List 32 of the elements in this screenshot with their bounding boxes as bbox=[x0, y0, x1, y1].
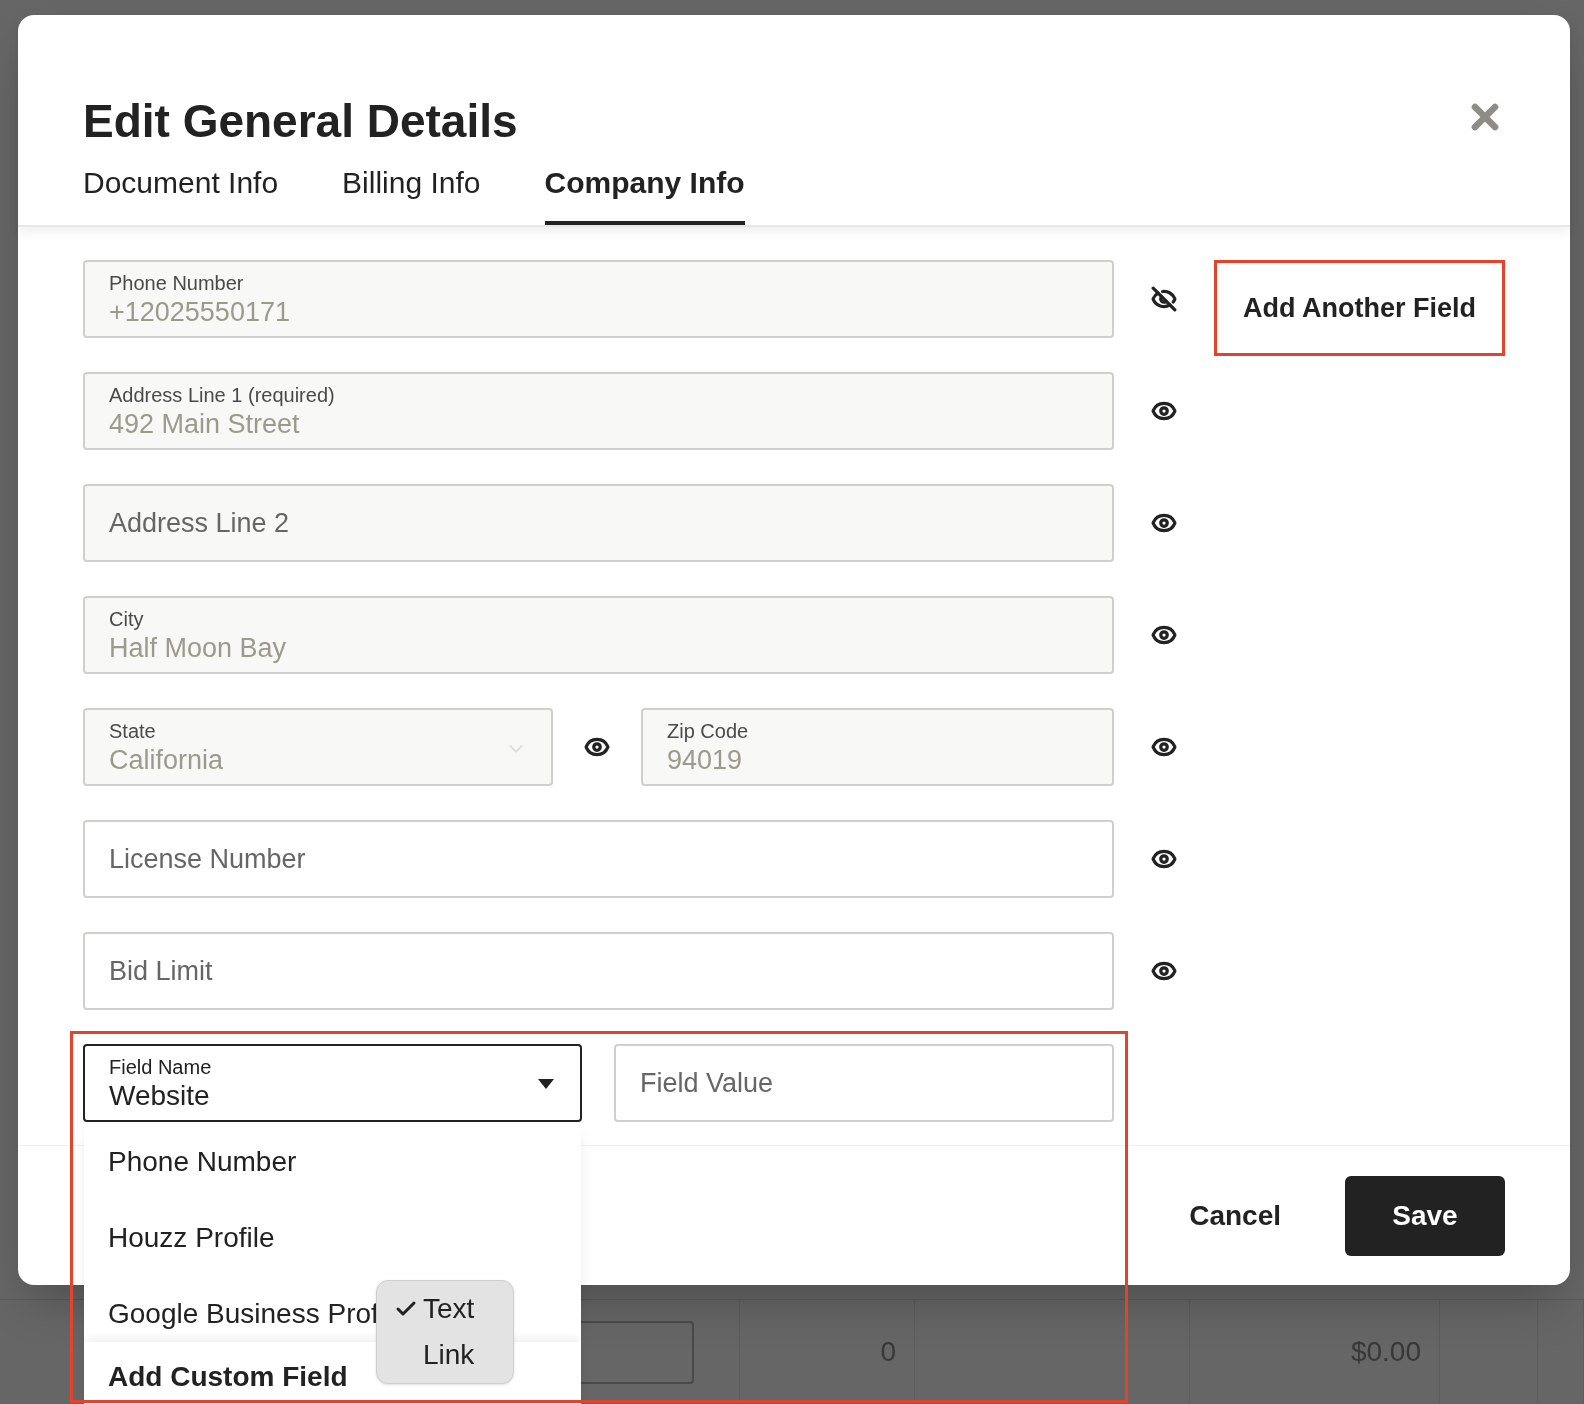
tab[interactable]: Company Info bbox=[544, 163, 745, 225]
tab[interactable]: Billing Info bbox=[342, 163, 481, 225]
menu-item[interactable]: Houzz Profile bbox=[84, 1200, 581, 1276]
field-label: Zip Code bbox=[667, 719, 750, 744]
field-label: Field Name bbox=[109, 1055, 213, 1080]
save-button[interactable]: Save bbox=[1345, 1175, 1505, 1256]
field-placeholder: License Number bbox=[109, 843, 307, 875]
dialog-title: Edit General Details bbox=[83, 94, 518, 149]
popover-option-label: Text bbox=[423, 1292, 475, 1326]
field-label: City bbox=[109, 607, 145, 632]
field-label: Phone Number bbox=[109, 271, 245, 296]
add-another-field-button[interactable]: Add Another Field bbox=[1214, 260, 1505, 356]
input-field[interactable]: Bid Limit bbox=[83, 932, 1114, 1010]
input-field[interactable]: Field Value bbox=[614, 1044, 1114, 1122]
input-field[interactable]: License Number bbox=[83, 820, 1114, 898]
field-placeholder: Address Line 2 bbox=[109, 507, 291, 539]
popover-option-row[interactable]: Text bbox=[393, 1289, 497, 1329]
field-value: 94019 bbox=[667, 744, 743, 776]
field-value: 492 Main Street bbox=[109, 408, 300, 440]
field-value: Website bbox=[109, 1080, 210, 1112]
dropdown-caret-icon bbox=[538, 1079, 554, 1089]
cancel-button[interactable]: Cancel bbox=[1189, 1194, 1281, 1237]
field-value: Half Moon Bay bbox=[109, 632, 287, 664]
field-label: Address Line 1 (required) bbox=[109, 383, 336, 408]
menu-item[interactable]: Phone Number bbox=[84, 1124, 581, 1200]
field-placeholder: Bid Limit bbox=[109, 955, 214, 987]
select-field[interactable]: Field Name Website bbox=[83, 1044, 582, 1122]
field-placeholder: Field Value bbox=[640, 1066, 774, 1100]
tab[interactable]: Document Info bbox=[83, 163, 279, 225]
field-label: State bbox=[109, 719, 157, 744]
field-value: California bbox=[109, 744, 224, 776]
field-value: +12025550171 bbox=[109, 296, 290, 328]
